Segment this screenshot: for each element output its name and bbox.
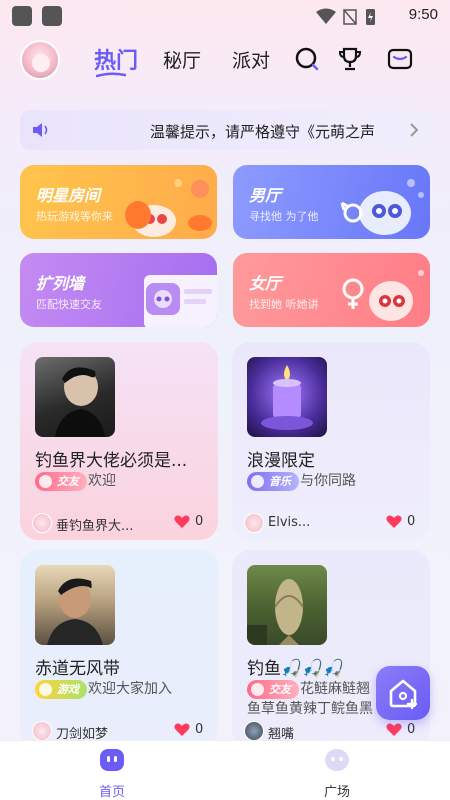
room-cover-image [247,357,327,437]
mascot-icon [342,270,424,321]
clock: 9:50 [408,6,438,23]
category-subtitle: 匹配快速交友 [36,298,102,311]
room-card[interactable]: 钓鱼界大佬必须是... 交友 欢迎 垂钓鱼界大... 0 [20,342,218,540]
bottom-nav: 首页 广场 [0,740,450,800]
nav-home[interactable]: 首页 [82,747,142,800]
category-subtitle: 找到她 听她讲 [249,298,319,311]
room-tag: 交友 [247,680,299,699]
owner-avatar [244,513,264,533]
chevron-right-icon [410,123,419,137]
nav-square-label: 广场 [323,785,350,800]
heart-icon [386,515,402,528]
heart-icon [386,723,402,736]
trophy-icon[interactable] [337,46,363,72]
nav-square[interactable]: 广场 [307,747,367,800]
owner-name: Elvis... [268,515,311,530]
status-icons [316,8,375,25]
room-title: 钓鱼界大佬必须是... [35,451,188,471]
category-title: 女厅 [249,274,282,293]
category-title: 明星房间 [36,186,101,205]
room-title: 浪漫限定 [247,451,315,471]
room-description: 与你同路 [300,473,356,489]
room-cover-image [35,565,115,645]
room-title: 钓鱼🎣🎣🎣 [247,659,345,679]
heart-icon [174,515,190,528]
tab-party[interactable]: 派对 [232,46,270,73]
home-icon [100,749,124,771]
create-room-button[interactable] [376,666,430,720]
room-description-line2: 鱼草鱼黄辣丁鲩鱼黑 [247,701,373,717]
category-female-hall[interactable]: 女厅 找到她 听她讲 [233,253,430,327]
mascot-icon [340,179,424,235]
tab-secret-hall[interactable]: 秘厅 [163,46,201,73]
room-description: 花鲢麻鲢翘 [300,681,370,697]
like-count: 0 [407,722,416,737]
mail-icon[interactable] [387,46,413,72]
notice-text: 温馨提示，请严格遵守《元萌之声 [150,123,376,141]
room-tag: 游戏 [35,680,87,699]
category-expand-wall[interactable]: 扩列墙 匹配快速交友 [20,253,217,327]
room-cover-image [247,565,327,645]
owner-avatar [32,513,52,533]
room-card[interactable]: 浪漫限定 音乐 与你同路 Elvis... 0 [232,342,430,540]
owner-avatar [244,721,264,741]
owner-name: 垂钓鱼界大... [56,519,134,534]
room-description: 欢迎大家加入 [88,681,172,697]
user-avatar[interactable] [20,40,60,80]
home-plus-icon [389,679,418,710]
profile-card-icon [144,275,217,327]
notice-bar[interactable]: 温馨提示，请严格遵守《元萌之声 [20,110,430,150]
like-count: 0 [195,722,204,737]
tab-hot[interactable]: 热门 [94,43,138,75]
status-bar: 9:50 [0,0,450,32]
search-icon[interactable] [294,46,320,72]
notification-icon [42,6,62,26]
category-title: 扩列墙 [36,274,85,293]
nav-home-label: 首页 [98,785,125,800]
room-card[interactable]: 赤道无风带 游戏 欢迎大家加入 刀剑如梦 0 [20,550,218,748]
like-count: 0 [195,514,204,529]
notification-icon [12,6,32,26]
category-subtitle: 热玩游戏等你来 [36,210,113,223]
room-tag: 交友 [35,472,87,491]
room-tag: 音乐 [247,472,299,491]
room-title: 赤道无风带 [35,659,120,679]
room-cover-image [35,357,115,437]
like-count: 0 [407,514,416,529]
category-star-room[interactable]: 明星房间 热玩游戏等你来 [20,165,217,239]
category-subtitle: 寻找他 为了他 [249,210,319,223]
mascot-icon [125,179,212,237]
owner-avatar [32,721,52,741]
square-icon [325,749,349,771]
tab-underline [96,72,126,78]
category-title: 男厅 [249,186,282,205]
heart-icon [174,723,190,736]
speaker-icon [33,123,48,137]
category-male-hall[interactable]: 男厅 寻找他 为了他 [233,165,430,239]
room-description: 欢迎 [88,473,116,489]
